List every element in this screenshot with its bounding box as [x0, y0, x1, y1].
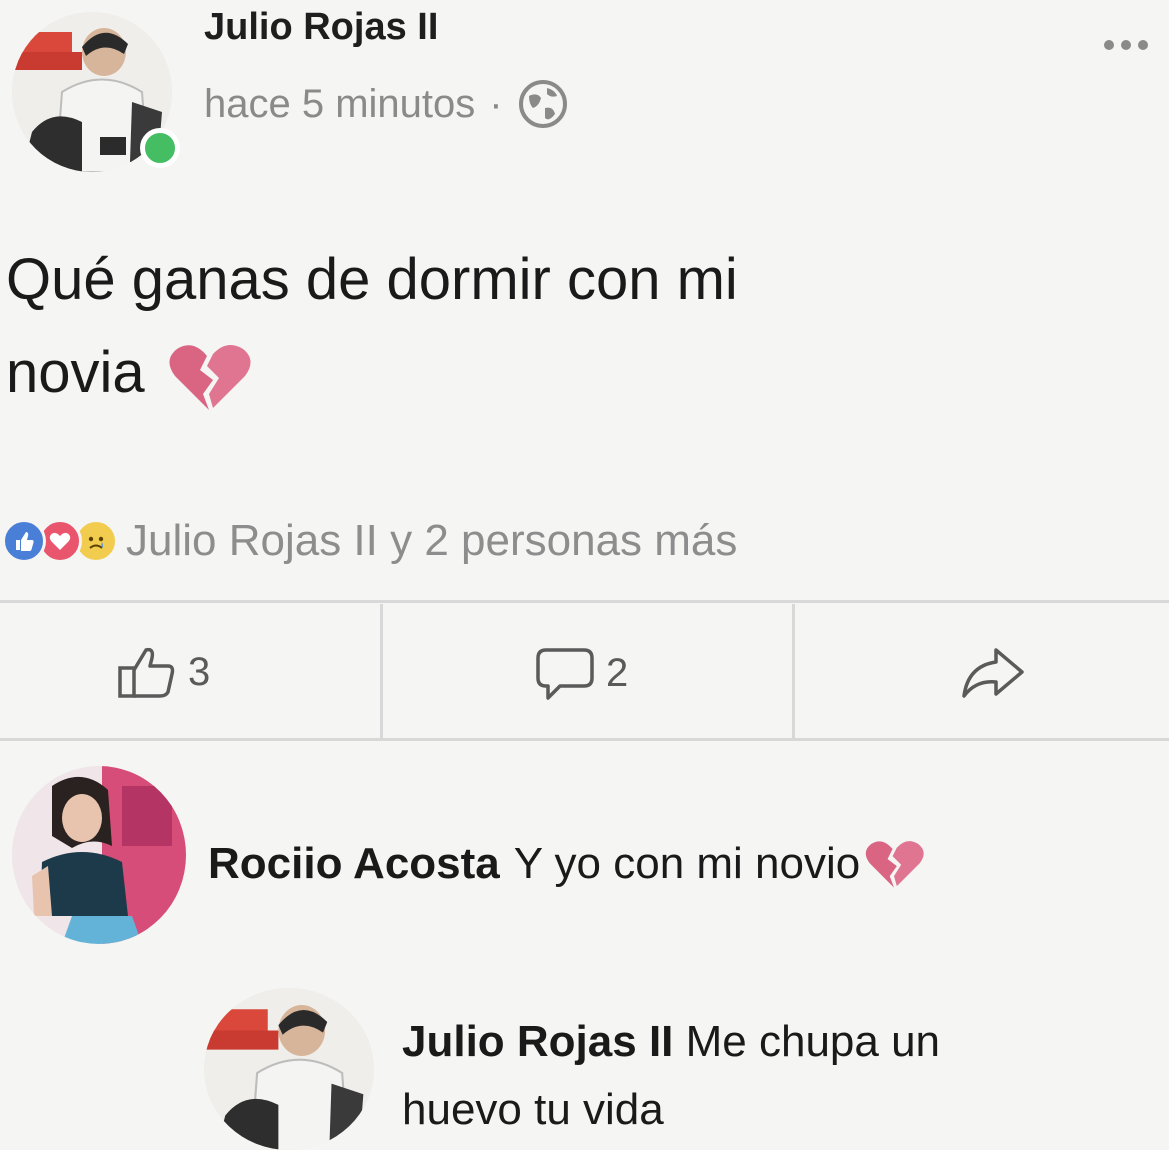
- broken-heart-icon: [167, 342, 251, 412]
- like-count: 3: [188, 649, 211, 694]
- post-author-name[interactable]: Julio Rojas II: [204, 6, 438, 49]
- share-button[interactable]: [958, 644, 1028, 702]
- post-text-line-2: novia: [6, 339, 145, 405]
- share-arrow-icon: [958, 644, 1028, 702]
- action-bar-top-divider: [0, 600, 1169, 603]
- reactions-summary-text: Julio Rojas II y 2 personas más: [126, 516, 738, 565]
- comment-bubble-icon: [534, 644, 596, 702]
- meta-separator: ·: [489, 81, 503, 126]
- action-bar-divider-2: [792, 604, 795, 738]
- globe-icon: [517, 78, 569, 130]
- comment-1-author[interactable]: Rociio Acosta: [208, 830, 500, 898]
- thumbs-up-icon: [116, 644, 178, 700]
- comment-1: Rociio Acosta Y yo con mi novio: [208, 830, 924, 898]
- post-body: Qué ganas de dormir con mi novia: [6, 234, 738, 420]
- action-bar-bottom-divider: [0, 738, 1169, 741]
- comment-1-text: Y yo con mi novio: [513, 839, 861, 888]
- reply-text-line-1: Me chupa un: [685, 1017, 941, 1066]
- commenter-photo: [12, 766, 186, 944]
- comment-count: 2: [606, 650, 629, 695]
- post-meta: hace 5 minutos ·: [204, 78, 569, 130]
- reactions-summary[interactable]: Julio Rojas II y 2 personas más: [2, 516, 737, 566]
- online-status-indicator: [140, 128, 180, 168]
- reply-author-avatar[interactable]: [204, 988, 374, 1150]
- commenter-avatar[interactable]: [12, 766, 186, 944]
- like-reaction-icon: [2, 519, 46, 563]
- more-options-icon[interactable]: [1104, 40, 1148, 50]
- reply-author-photo: [204, 988, 374, 1150]
- post-text-line-1: Qué ganas de dormir con mi: [6, 247, 738, 312]
- reply-author[interactable]: Julio Rojas II: [402, 1017, 673, 1066]
- post-timestamp[interactable]: hace 5 minutos: [204, 82, 475, 127]
- broken-heart-icon: [864, 839, 924, 889]
- comment-button[interactable]: 2: [534, 644, 628, 702]
- action-bar-divider-1: [380, 604, 383, 738]
- reply-comment: Julio Rojas II Me chupa un huevo tu vida: [402, 1008, 940, 1144]
- reply-text-line-2: huevo tu vida: [402, 1085, 664, 1135]
- like-button[interactable]: 3: [116, 644, 210, 700]
